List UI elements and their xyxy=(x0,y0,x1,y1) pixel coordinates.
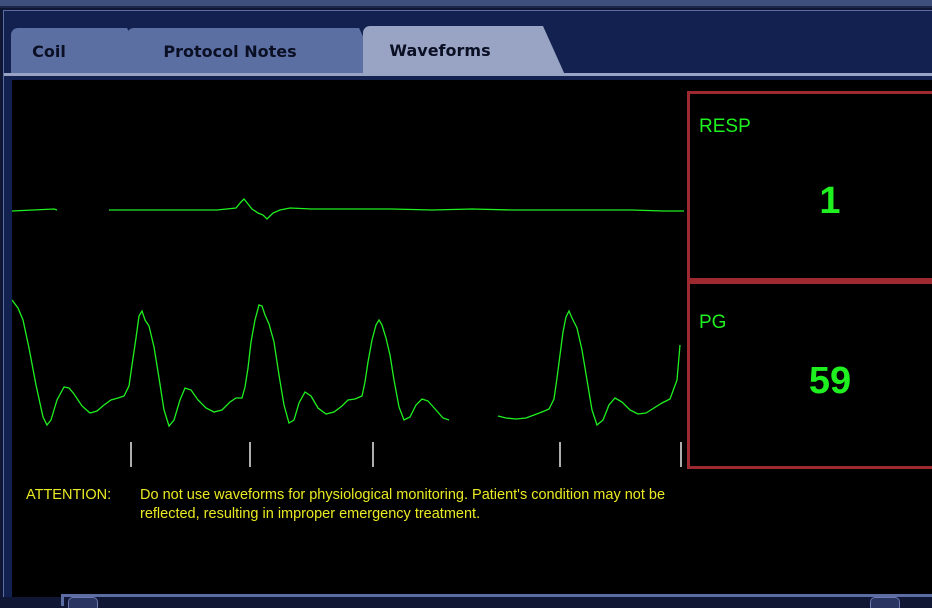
lower-right-button[interactable] xyxy=(870,597,900,608)
tab-waveforms[interactable]: Waveforms xyxy=(363,26,565,75)
resp-waveform-trace xyxy=(12,208,58,212)
resp-label: RESP xyxy=(699,116,751,137)
attention-prefix: ATTENTION: xyxy=(26,487,112,503)
tab-protocol-notes-label: Protocol Notes xyxy=(163,41,297,61)
attention-warning: ATTENTION: Do not use waveforms for phys… xyxy=(26,486,886,524)
pg-waveform-trace-segment xyxy=(497,309,681,427)
attention-line-1: Do not use waveforms for physiological m… xyxy=(140,487,666,503)
resp-value: 1 xyxy=(819,180,841,222)
pg-readout-box: PG 59 xyxy=(687,281,932,469)
pg-waveform-trace xyxy=(12,299,450,428)
waveforms-window: Coil Protocol Notes Waveforms RESP 1 PG … xyxy=(3,10,932,608)
window-top-strip xyxy=(0,0,932,8)
tab-underline xyxy=(4,73,932,76)
resp-waveform-trace-segment xyxy=(109,198,684,220)
resp-readout-box: RESP 1 xyxy=(687,91,932,281)
tab-protocol-notes[interactable]: Protocol Notes xyxy=(127,28,381,74)
pg-label: PG xyxy=(699,312,727,333)
tab-coil-label: Coil xyxy=(32,41,66,61)
attention-line-2: reflected, resulting in improper emergen… xyxy=(140,506,481,522)
waveform-panel: RESP 1 PG 59 ATTENTION: Do not use wavef… xyxy=(12,80,932,608)
pg-value: 59 xyxy=(808,360,852,402)
tab-bar: Coil Protocol Notes Waveforms xyxy=(4,11,932,79)
attention-indent xyxy=(26,505,140,524)
lower-left-button[interactable] xyxy=(68,597,98,608)
tab-waveforms-label: Waveforms xyxy=(389,41,491,60)
